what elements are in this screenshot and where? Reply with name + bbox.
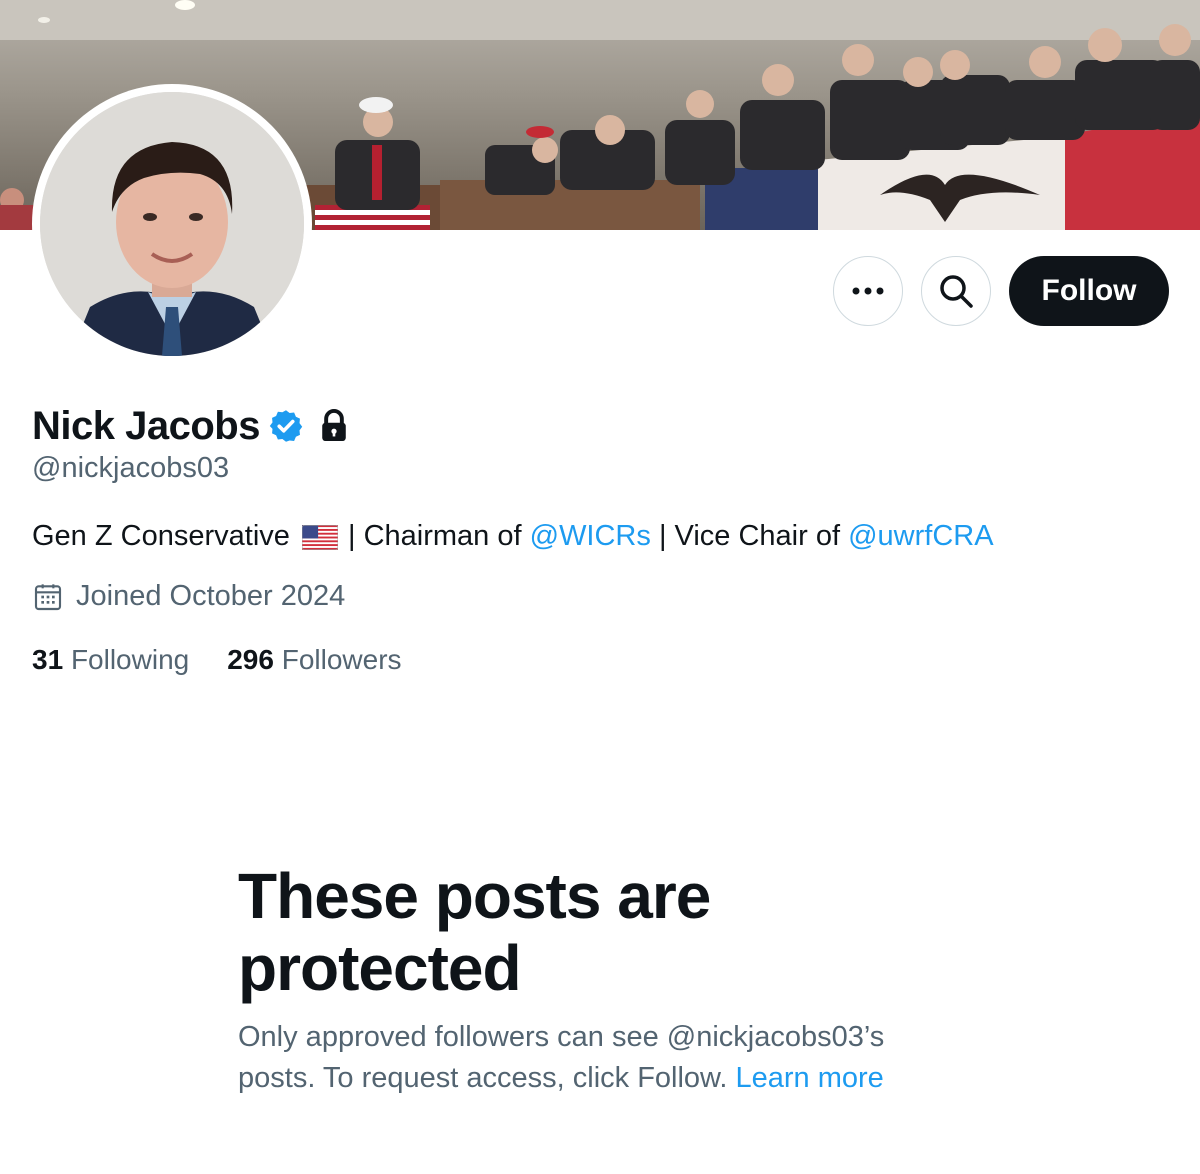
- protected-posts-title: These posts are protected: [238, 860, 711, 1004]
- calendar-icon: [34, 583, 62, 610]
- profile-name-row: Nick Jacobs: [32, 402, 350, 450]
- follow-stats: 31 Following 296 Followers: [32, 644, 402, 676]
- profile-handle: @nickjacobs03: [32, 452, 230, 484]
- following-count: 31: [32, 644, 64, 675]
- avatar-photo: [40, 92, 304, 356]
- followers-link[interactable]: 296 Followers: [227, 644, 401, 675]
- followers-label: Followers: [281, 644, 402, 675]
- lock-icon: [322, 409, 346, 442]
- following-label: Following: [70, 644, 190, 675]
- us-flag-icon: [301, 524, 338, 550]
- ellipsis-icon: [852, 287, 884, 295]
- display-name: Nick Jacobs: [32, 403, 260, 448]
- profile-bio: Gen Z Conservative | Chairman of @WICRs …: [32, 514, 994, 558]
- join-date-text: Joined October 2024: [76, 580, 346, 612]
- mention-link-wicrs[interactable]: @WICRs: [530, 520, 651, 552]
- bio-text: Gen Z Conservative: [32, 520, 290, 552]
- learn-more-link[interactable]: Learn more: [736, 1062, 884, 1094]
- search-posts-button[interactable]: [921, 256, 991, 326]
- following-link[interactable]: 31 Following: [32, 644, 189, 675]
- join-date: Joined October 2024: [32, 580, 345, 613]
- bio-text: | Vice Chair of: [650, 520, 849, 552]
- bio-text: | Chairman of: [339, 520, 530, 552]
- search-icon: [940, 275, 973, 308]
- more-options-button[interactable]: [833, 256, 903, 326]
- protected-posts-description: Only approved followers can see @nickjac…: [238, 1017, 958, 1099]
- mention-link-uwrfcra[interactable]: @uwrfCRA: [848, 520, 993, 552]
- verified-badge-icon[interactable]: [268, 408, 304, 444]
- followers-count: 296: [227, 644, 274, 675]
- profile-avatar[interactable]: [32, 84, 312, 364]
- follow-button[interactable]: Follow: [1009, 256, 1169, 326]
